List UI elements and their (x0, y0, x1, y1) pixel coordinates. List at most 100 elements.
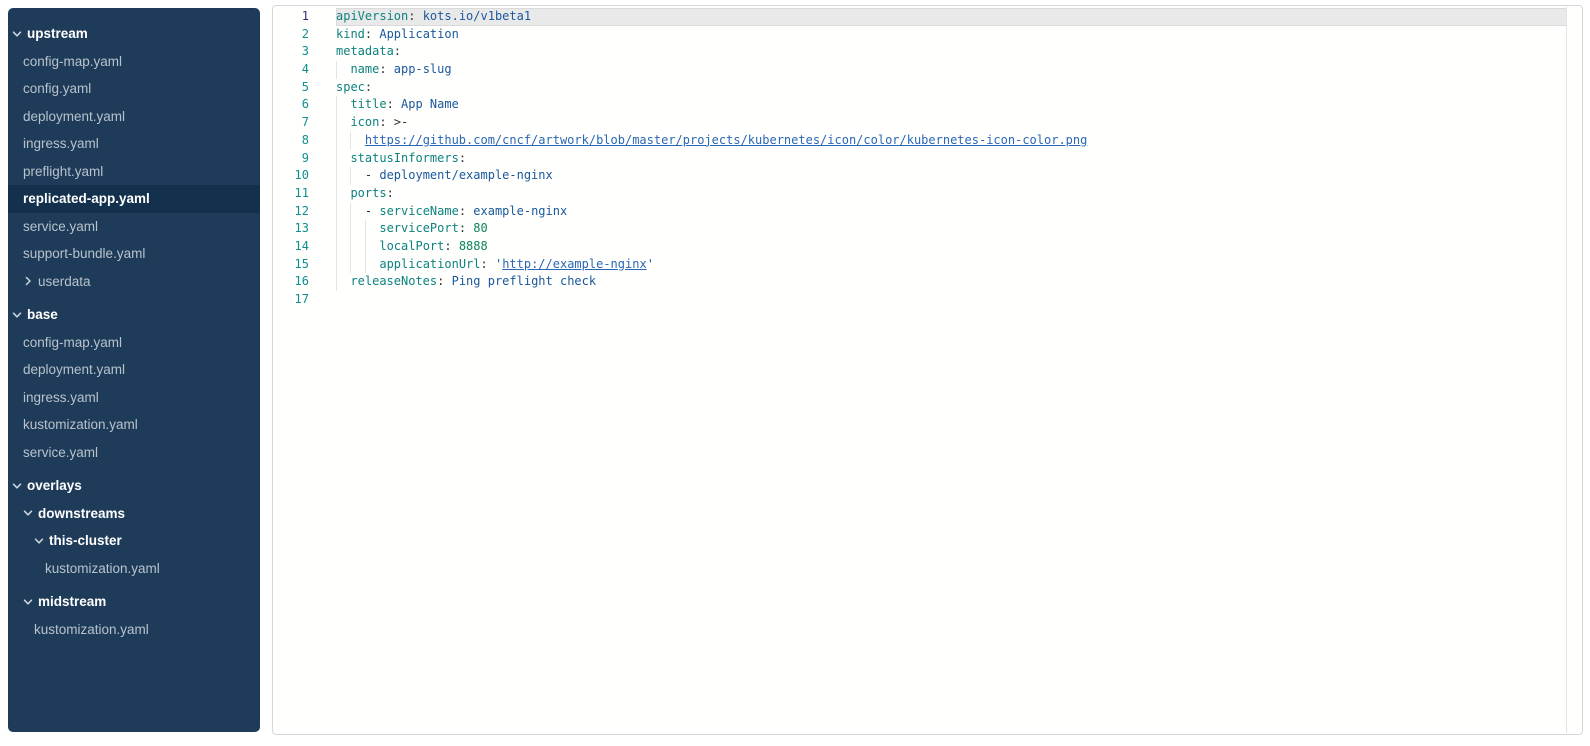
code-token: : (365, 27, 379, 41)
code-token: : (379, 115, 393, 129)
tree-item-label: kustomization.yaml (23, 417, 138, 432)
line-content: - serviceName: example-nginx (336, 203, 1567, 221)
tree-file-replicated-app-yaml[interactable]: replicated-app.yaml (8, 185, 260, 213)
tree-item-label: service.yaml (23, 445, 98, 460)
tree-item-label: base (27, 307, 58, 322)
tree-file-config-map-yaml[interactable]: config-map.yaml (8, 48, 260, 76)
code-token: apiVersion (336, 9, 408, 23)
line-number: 17 (273, 291, 309, 309)
tree-item-label: ingress.yaml (23, 390, 99, 405)
code-token: ' (647, 257, 654, 271)
indent-guide-line (336, 238, 337, 256)
tree-file-service-yaml[interactable]: service.yaml (8, 439, 260, 467)
line-number: 3 (273, 43, 309, 61)
tree-item-label: config-map.yaml (23, 335, 122, 350)
tree-folder-overlays[interactable]: overlays (8, 472, 260, 500)
code-token: spec (336, 80, 365, 94)
code-line-5: 5spec: (273, 79, 1582, 97)
code-lines: 1apiVersion: kots.io/v1beta12kind: Appli… (273, 8, 1582, 309)
line-number: 9 (273, 150, 309, 168)
code-editor[interactable]: 1apiVersion: kots.io/v1beta12kind: Appli… (273, 6, 1582, 734)
editor-panel: 1apiVersion: kots.io/v1beta12kind: Appli… (272, 5, 1583, 735)
code-token: applicationUrl (379, 257, 480, 271)
tree-file-service-yaml[interactable]: service.yaml (8, 213, 260, 241)
code-line-17: 17 (273, 291, 1582, 309)
tree-file-config-yaml[interactable]: config.yaml (8, 75, 260, 103)
code-line-8: 8https://github.com/cncf/artwork/blob/ma… (273, 132, 1582, 150)
code-line-3: 3metadata: (273, 43, 1582, 61)
code-token: kots.io/v1beta1 (423, 9, 531, 23)
tree-item-label: deployment.yaml (23, 109, 125, 124)
tree-item-label: deployment.yaml (23, 362, 125, 377)
tree-item-label: upstream (27, 26, 88, 41)
code-token: example-nginx (473, 204, 567, 218)
tree-item-label: this-cluster (49, 533, 122, 548)
tree-file-preflight-yaml[interactable]: preflight.yaml (8, 158, 260, 186)
line-content (336, 291, 1567, 309)
code-token: kind (336, 27, 365, 41)
code-line-10: 10- deployment/example-nginx (273, 167, 1582, 185)
indent-guide-line (365, 220, 366, 238)
code-token: ports (350, 186, 386, 200)
tree-folder-downstreams[interactable]: downstreams (8, 500, 260, 528)
line-content: https://github.com/cncf/artwork/blob/mas… (336, 132, 1567, 150)
indent-guide-line (350, 132, 351, 150)
code-line-13: 13 servicePort: 80 (273, 220, 1582, 238)
code-token: App Name (401, 97, 459, 111)
tree-file-support-bundle-yaml[interactable]: support-bundle.yaml (8, 240, 260, 268)
indent-guide-line (350, 238, 351, 256)
chevron-down-icon (12, 29, 22, 39)
tree-item-label: config.yaml (23, 81, 91, 96)
line-content: ports: (336, 185, 1567, 203)
chevron-right-icon (23, 276, 33, 286)
line-content: applicationUrl: 'http://example-nginx' (336, 256, 1567, 274)
tree-file-deployment-yaml[interactable]: deployment.yaml (8, 103, 260, 131)
tree-item-label: preflight.yaml (23, 164, 103, 179)
indent-guide-line (336, 273, 337, 291)
tree-folder-base[interactable]: base (8, 301, 260, 329)
tree-folder-this-cluster[interactable]: this-cluster (8, 527, 260, 555)
code-line-16: 16releaseNotes: Ping preflight check (273, 273, 1582, 291)
code-token: : (459, 204, 473, 218)
indent-guide-line (350, 220, 351, 238)
code-token: icon (350, 115, 379, 129)
indent-guide-line (336, 150, 337, 168)
line-number: 4 (273, 61, 309, 79)
tree-file-ingress-yaml[interactable]: ingress.yaml (8, 130, 260, 158)
code-line-4: 4name: app-slug (273, 61, 1582, 79)
tree-folder-midstream[interactable]: midstream (8, 588, 260, 616)
code-token: : (444, 239, 458, 253)
tree-file-ingress-yaml[interactable]: ingress.yaml (8, 384, 260, 412)
tree-folder-userdata[interactable]: userdata (8, 268, 260, 296)
code-token: releaseNotes (350, 274, 437, 288)
tree-file-kustomization-yaml[interactable]: kustomization.yaml (8, 411, 260, 439)
code-token: localPort (379, 239, 444, 253)
line-content: spec: (336, 79, 1567, 97)
code-link[interactable]: http://example-nginx (502, 257, 647, 271)
line-number: 13 (273, 220, 309, 238)
line-number: 12 (273, 203, 309, 221)
indent-guide-line (336, 185, 337, 203)
code-line-2: 2kind: Application (273, 26, 1582, 44)
tree-file-kustomization-yaml[interactable]: kustomization.yaml (8, 616, 260, 644)
tree-file-deployment-yaml[interactable]: deployment.yaml (8, 356, 260, 384)
code-token: : (408, 9, 422, 23)
tree-folder-upstream[interactable]: upstream (8, 20, 260, 48)
indent-guide-line (350, 256, 351, 274)
tree-item-label: kustomization.yaml (34, 622, 149, 637)
code-line-1: 1 apiVersion: kots.io/v1beta1 (273, 8, 1582, 26)
indent-guide-line (336, 132, 337, 150)
tree-item-label: kustomization.yaml (45, 561, 160, 576)
code-token: : (459, 151, 466, 165)
line-content: title: App Name (336, 96, 1567, 114)
tree-file-kustomization-yaml[interactable]: kustomization.yaml (8, 555, 260, 583)
line-content: kind: Application (336, 26, 1567, 44)
code-token: >- (394, 115, 408, 129)
tree-file-config-map-yaml[interactable]: config-map.yaml (8, 329, 260, 357)
code-token: : (387, 97, 401, 111)
line-content: apiVersion: kots.io/v1beta1 (336, 8, 1567, 26)
line-number: 1 (273, 8, 309, 26)
line-content: servicePort: 80 (336, 220, 1567, 238)
code-link[interactable]: https://github.com/cncf/artwork/blob/mas… (365, 133, 1087, 147)
indent-guide-line (350, 203, 351, 221)
